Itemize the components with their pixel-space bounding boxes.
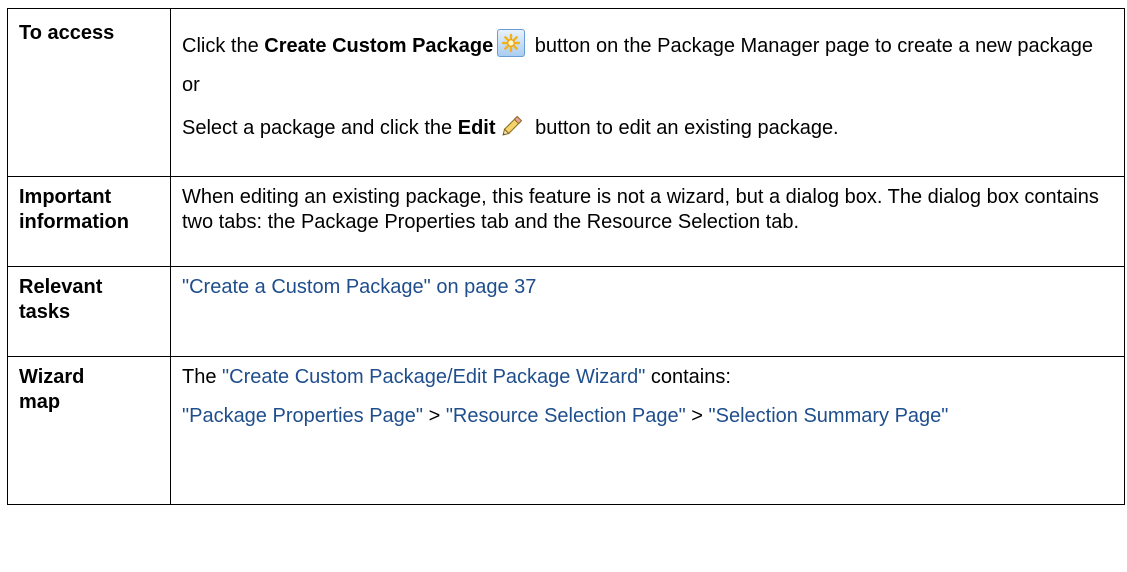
important-label-line2: information	[19, 211, 129, 233]
tasks-label-line1: Relevant	[19, 276, 103, 298]
resource-selection-page-link[interactable]: "Resource Selection Page"	[446, 405, 686, 427]
access-line1-post: button on the Package Manager page to cr…	[529, 35, 1093, 57]
map-label-line1: Wizard	[19, 366, 85, 388]
create-custom-package-link[interactable]: "Create a Custom Package" on page 37	[182, 276, 536, 298]
edit-name: Edit	[457, 117, 496, 139]
access-or: or	[182, 74, 200, 96]
wizard-map-content: The "Create Custom Package/Edit Package …	[170, 356, 1125, 505]
package-properties-page-link[interactable]: "Package Properties Page"	[182, 405, 423, 427]
wizard-link[interactable]: "Create Custom Package/Edit Package Wiza…	[222, 366, 645, 388]
info-table: To access Click the Create Custom Packag…	[7, 8, 1125, 505]
row-wizard-map: Wizard map The "Create Custom Package/Edi…	[7, 356, 1125, 505]
access-line2-pre: Select a package and click the	[182, 117, 458, 139]
relevant-tasks-label: Relevant tasks	[7, 266, 171, 357]
relevant-tasks-content: "Create a Custom Package" on page 37	[170, 266, 1125, 357]
create-package-icon	[497, 29, 526, 57]
access-line2-post: button to edit an existing package.	[529, 117, 839, 139]
create-custom-package-name: Create Custom Package	[264, 35, 494, 57]
access-line-1: Click the Create Custom Package button o…	[182, 29, 1114, 59]
access-line-2: Select a package and click the Edit butt…	[182, 112, 1114, 141]
to-access-label: To access	[7, 8, 171, 177]
pencil-icon	[500, 112, 526, 138]
row-relevant-tasks: Relevant tasks "Create a Custom Package" …	[7, 266, 1125, 357]
wizard-intro: The "Create Custom Package/Edit Package …	[182, 365, 1114, 390]
wizard-map-label: Wizard map	[7, 356, 171, 505]
map-label-line2: map	[19, 391, 61, 413]
access-line1-pre: Click the	[182, 35, 265, 57]
wizard-steps: "Package Properties Page" > "Resource Se…	[182, 404, 1114, 429]
row-important-information: Important information When editing an exi…	[7, 176, 1125, 267]
tasks-label-line2: tasks	[19, 301, 71, 323]
wizard-intro-post: contains:	[645, 366, 731, 388]
wizard-intro-pre: The	[182, 366, 223, 388]
step-separator: >	[685, 405, 709, 427]
important-information-text: When editing an existing package, this f…	[170, 176, 1125, 267]
important-information-label: Important information	[7, 176, 171, 267]
to-access-content: Click the Create Custom Package button o…	[170, 8, 1125, 177]
row-to-access: To access Click the Create Custom Packag…	[7, 8, 1125, 177]
step-separator: >	[423, 405, 446, 427]
selection-summary-page-link[interactable]: "Selection Summary Page"	[709, 405, 949, 427]
important-label-line1: Important	[19, 186, 112, 208]
